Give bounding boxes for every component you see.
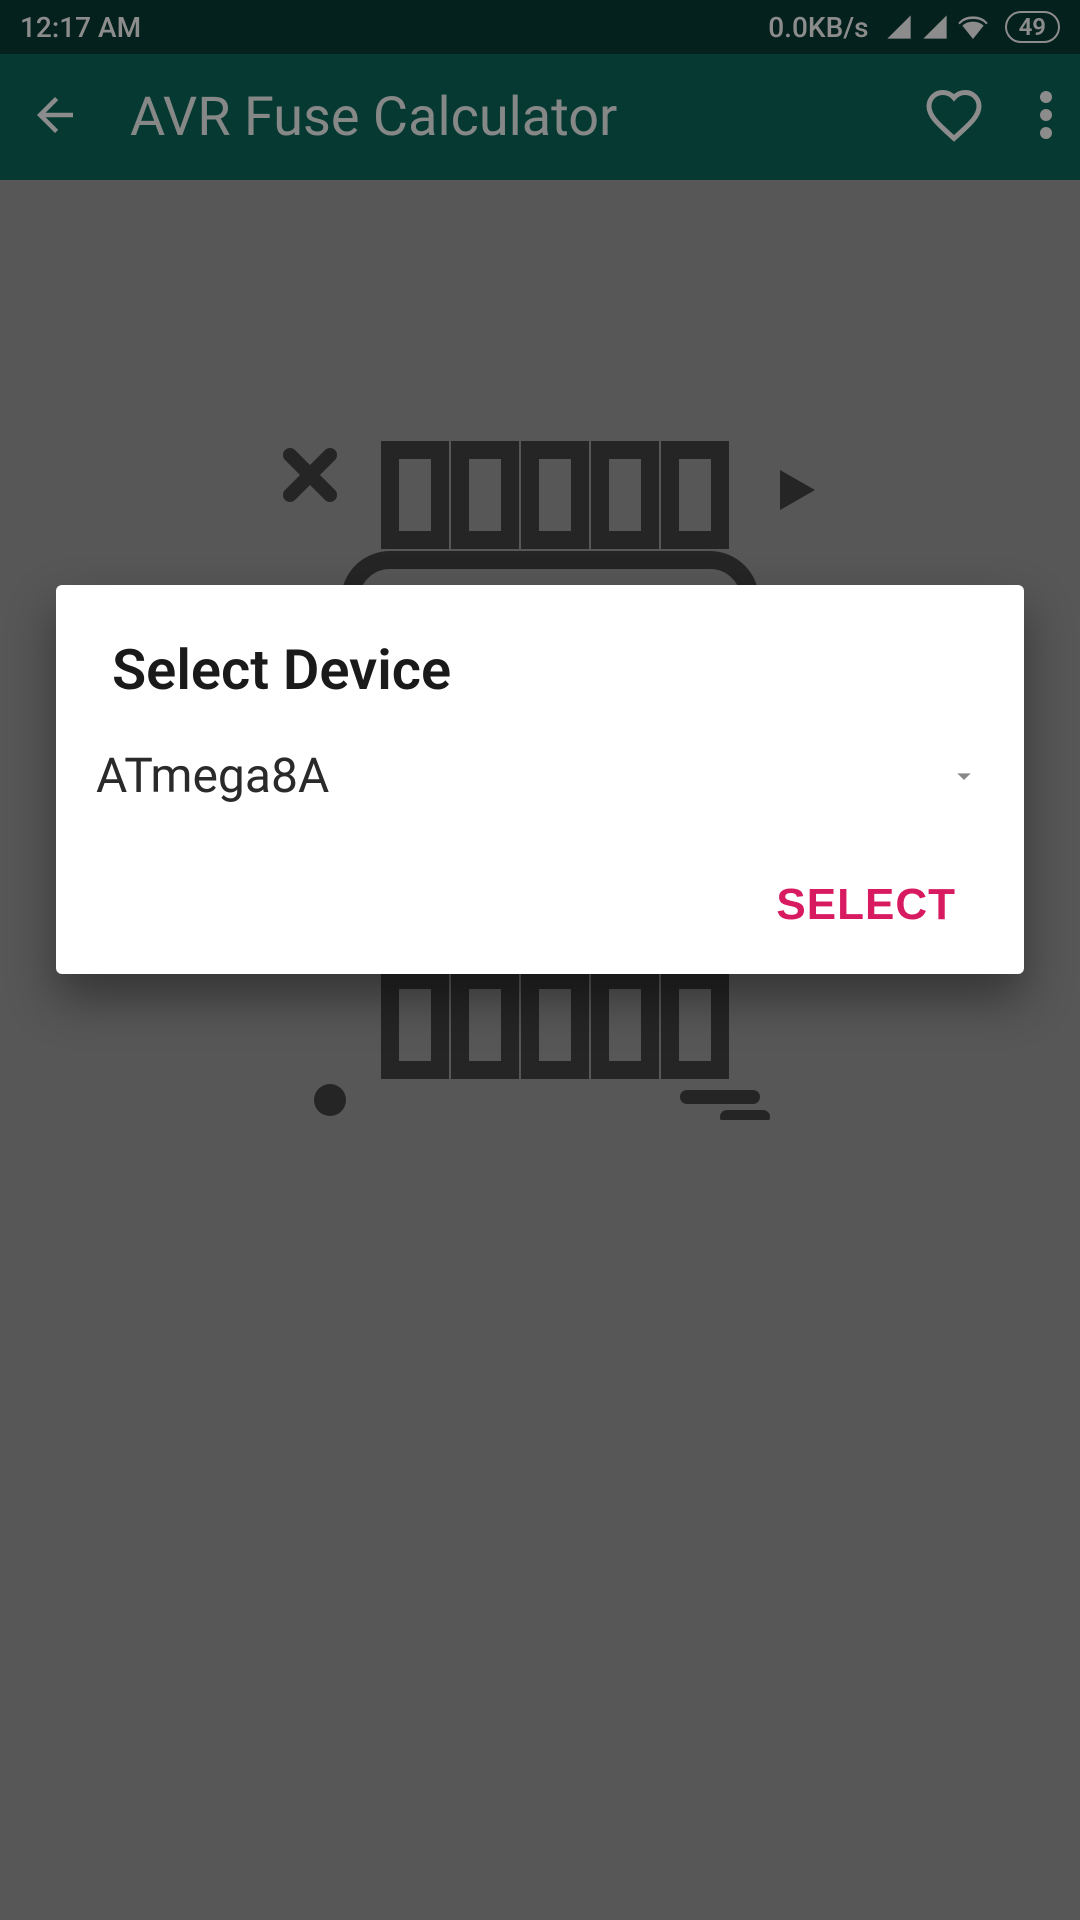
- select-device-dialog: Select Device ATmega8A SELECT: [56, 585, 1024, 974]
- select-button[interactable]: SELECT: [760, 872, 972, 938]
- dropdown-value: ATmega8A: [96, 747, 329, 804]
- dialog-actions: SELECT: [96, 872, 984, 938]
- dialog-title: Select Device: [96, 637, 984, 703]
- dropdown-arrow-icon: [948, 760, 980, 792]
- device-dropdown[interactable]: ATmega8A: [96, 747, 984, 804]
